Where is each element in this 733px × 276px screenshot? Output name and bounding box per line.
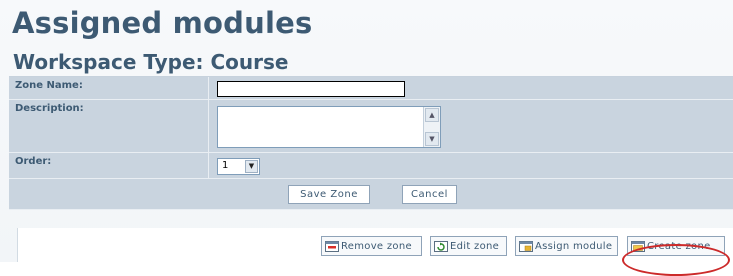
form-actions-row: Save Zone Cancel	[9, 179, 733, 210]
workspace-type-heading: Workspace Type: Course	[13, 50, 289, 74]
remove-zone-button[interactable]: Remove zone	[321, 236, 422, 256]
assign-module-button[interactable]: Assign module	[515, 236, 618, 256]
description-textarea[interactable]	[218, 107, 420, 145]
description-row: Description: ▲ ▼	[9, 100, 733, 153]
order-select-value: 1	[222, 160, 229, 171]
cancel-button[interactable]: Cancel	[402, 185, 457, 204]
zone-name-input[interactable]	[217, 81, 405, 97]
description-scrollbar[interactable]: ▲ ▼	[423, 107, 440, 147]
edit-zone-button[interactable]: Edit zone	[430, 236, 507, 256]
chevron-down-icon[interactable]: ▼	[245, 160, 258, 173]
order-select[interactable]: 1 ▼	[217, 158, 260, 175]
scroll-down-arrow-icon[interactable]: ▼	[425, 132, 439, 146]
column-divider	[208, 153, 209, 178]
highlight-circle	[622, 244, 730, 276]
zone-name-label: Zone Name:	[15, 80, 83, 91]
column-divider	[208, 77, 209, 99]
description-textarea-frame: ▲ ▼	[217, 106, 441, 148]
page: Assigned modules Workspace Type: Course …	[0, 0, 733, 276]
description-label: Description:	[15, 103, 84, 114]
order-label: Order:	[15, 156, 52, 167]
assign-module-label: Assign module	[535, 240, 613, 252]
page-title: Assigned modules	[12, 6, 313, 40]
assign-module-icon	[519, 240, 533, 252]
order-row: Order: 1 ▼	[9, 153, 733, 179]
remove-zone-icon	[325, 240, 339, 252]
zone-form: Zone Name: Description: ▲ ▼ Order: 1 ▼ S…	[9, 76, 733, 210]
scroll-up-arrow-icon[interactable]: ▲	[425, 108, 439, 122]
save-zone-button[interactable]: Save Zone	[288, 185, 370, 204]
column-divider	[208, 100, 209, 152]
edit-zone-label: Edit zone	[450, 240, 500, 252]
remove-zone-label: Remove zone	[341, 240, 412, 252]
zone-name-row: Zone Name:	[9, 77, 733, 100]
refresh-icon	[434, 240, 448, 252]
